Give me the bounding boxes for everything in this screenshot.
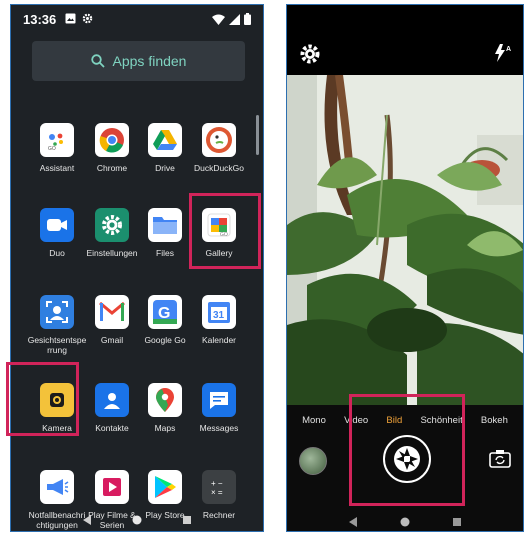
switch-camera-icon [489, 450, 511, 468]
switch-camera-button[interactable] [489, 449, 511, 474]
play-store-icon [148, 470, 182, 504]
messages-icon [202, 383, 236, 417]
app-duckduckgo[interactable]: DuckDuckGo [189, 123, 249, 173]
flash-auto-icon[interactable]: A [493, 43, 513, 63]
recents-icon[interactable] [182, 515, 192, 525]
highlight-camera-mode-shutter [349, 394, 465, 506]
svg-text:31: 31 [213, 310, 225, 321]
app-files[interactable]: Files [135, 208, 195, 258]
viewfinder-plant-scene [287, 75, 523, 405]
app-kontakte[interactable]: Kontakte [82, 383, 142, 433]
chrome-icon [95, 123, 129, 157]
settings-gear-icon[interactable] [299, 43, 321, 65]
contacts-icon [95, 383, 129, 417]
app-kalender[interactable]: 31 Kalender [189, 295, 249, 345]
camera-mode-bokeh[interactable]: Bokeh [481, 415, 508, 426]
calendar-icon: 31 [202, 295, 236, 329]
app-label: Drive [155, 163, 175, 173]
last-photo-thumbnail[interactable] [299, 447, 327, 475]
assistant-icon: GO [40, 123, 74, 157]
duo-icon [40, 208, 74, 242]
back-icon[interactable] [348, 517, 358, 527]
app-label: Chrome [96, 163, 128, 173]
settings-icon [95, 208, 129, 242]
app-label: Duo [49, 248, 65, 258]
app-chrome[interactable]: Chrome [82, 123, 142, 173]
app-label: Kontakte [95, 423, 129, 433]
app-messages[interactable]: Messages [189, 383, 249, 433]
svg-text:× =: × = [211, 488, 223, 497]
maps-icon [148, 383, 182, 417]
calculator-icon: + − × = [202, 470, 236, 504]
app-gmail[interactable]: Gmail [82, 295, 142, 345]
duckduckgo-icon [202, 123, 236, 157]
app-assistant[interactable]: GO Assistant [27, 123, 87, 173]
svg-text:A: A [506, 46, 511, 53]
app-einstellungen[interactable]: Einstellungen [82, 208, 142, 258]
home-icon[interactable] [400, 517, 410, 527]
drive-icon [148, 123, 182, 157]
app-duo[interactable]: Duo [27, 208, 87, 258]
highlight-gallery [189, 193, 261, 269]
app-label: Assistant [39, 163, 75, 173]
emergency-alert-icon [40, 470, 74, 504]
highlight-kamera [6, 362, 79, 436]
app-label: Kalender [201, 335, 237, 345]
home-icon[interactable] [132, 515, 142, 525]
app-label: Files [156, 248, 174, 258]
app-gesichtsentsperrung[interactable]: Gesichtsentsperrung [27, 295, 87, 355]
recents-icon[interactable] [452, 517, 462, 527]
app-maps[interactable]: Maps [135, 383, 195, 433]
svg-text:GO: GO [48, 146, 56, 151]
app-label: DuckDuckGo [193, 163, 245, 173]
app-label: Google Go [144, 335, 186, 345]
navigation-bar [11, 509, 263, 531]
play-movies-icon [95, 470, 129, 504]
app-label: Messages [199, 423, 239, 433]
gmail-icon [95, 295, 129, 329]
google-go-icon: G [148, 295, 182, 329]
app-label: Einstellungen [86, 248, 138, 258]
app-drive[interactable]: Drive [135, 123, 195, 173]
files-icon [148, 208, 182, 242]
app-label: Gesichtsentsperrung [27, 335, 87, 355]
svg-text:+ −: + − [211, 479, 223, 488]
app-label: Gmail [100, 335, 124, 345]
camera-mode-mono[interactable]: Mono [302, 415, 326, 426]
camera-top-bar: A [287, 5, 523, 75]
navigation-bar-camera [287, 511, 523, 531]
app-google-go[interactable]: G Google Go [135, 295, 195, 345]
face-unlock-icon [40, 295, 74, 329]
camera-viewfinder[interactable] [287, 75, 523, 405]
back-icon[interactable] [82, 515, 92, 525]
app-label: Maps [154, 423, 176, 433]
